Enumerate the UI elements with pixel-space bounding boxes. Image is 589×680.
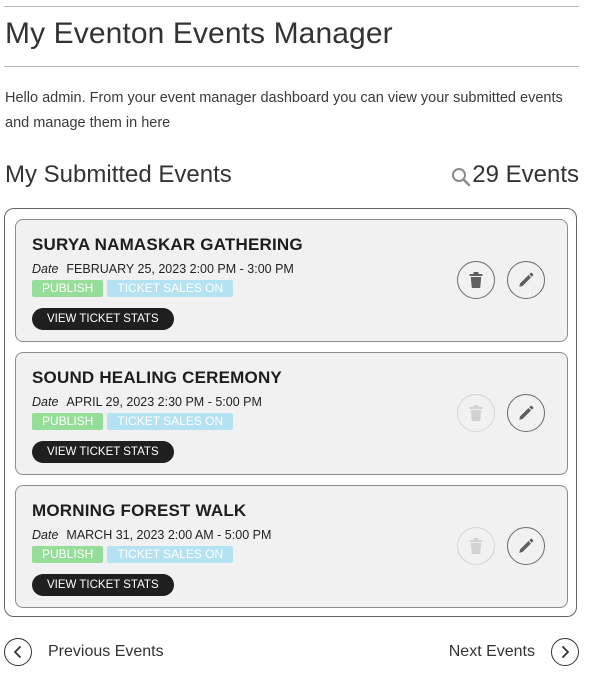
events-count: 29 Events — [472, 161, 579, 188]
pencil-icon — [519, 538, 534, 553]
pencil-icon — [519, 272, 534, 287]
publish-badge: PUBLISH — [32, 546, 104, 563]
event-date: Date APRIL 29, 2023 2:30 PM - 5:00 PM — [32, 395, 262, 409]
event-title: SOUND HEALING CEREMONY — [32, 368, 282, 387]
delete-button[interactable] — [457, 261, 495, 299]
intro-text: Hello admin. From your event manager das… — [5, 90, 563, 131]
event-title: SURYA NAMASKAR GATHERING — [32, 235, 303, 254]
submitted-events-heading: My Submitted Events — [5, 161, 232, 188]
chevron-left-icon[interactable] — [4, 638, 32, 666]
date-label: Date — [32, 262, 59, 276]
event-date: Date FEBRUARY 25, 2023 2:00 PM - 3:00 PM — [32, 262, 294, 276]
date-value: APRIL 29, 2023 2:30 PM - 5:00 PM — [66, 395, 262, 409]
date-value: MARCH 31, 2023 2:00 AM - 5:00 PM — [66, 528, 272, 542]
edit-button[interactable] — [507, 261, 545, 299]
previous-events-link[interactable]: Previous Events — [4, 638, 164, 666]
edit-button[interactable] — [507, 394, 545, 432]
page-title: My Eventon Events Manager — [5, 17, 393, 50]
view-ticket-stats-button[interactable]: VIEW TICKET STATS — [32, 308, 174, 330]
delete-button — [457, 394, 495, 432]
delete-button — [457, 527, 495, 565]
event-card: SOUND HEALING CEREMONY Date APRIL 29, 202… — [15, 352, 568, 475]
next-events-label[interactable]: Next Events — [449, 643, 535, 661]
ticket-sales-badge: TICKET SALES ON — [107, 546, 234, 563]
event-badges: PUBLISH TICKET SALES ON — [32, 546, 234, 563]
event-badges: PUBLISH TICKET SALES ON — [32, 280, 234, 297]
ticket-sales-badge: TICKET SALES ON — [107, 280, 234, 297]
title-divider — [4, 66, 579, 67]
events-list: SURYA NAMASKAR GATHERING Date FEBRUARY 25… — [4, 208, 577, 617]
publish-badge: PUBLISH — [32, 280, 104, 297]
ticket-sales-badge: TICKET SALES ON — [107, 413, 234, 430]
pencil-icon — [519, 405, 534, 420]
trash-icon — [469, 538, 483, 554]
event-card: SURYA NAMASKAR GATHERING Date FEBRUARY 25… — [15, 219, 568, 342]
view-ticket-stats-button[interactable]: VIEW TICKET STATS — [32, 441, 174, 463]
trash-icon — [469, 405, 483, 421]
date-label: Date — [32, 528, 59, 542]
event-title: MORNING FOREST WALK — [32, 501, 247, 520]
next-events-link[interactable]: Next Events — [449, 638, 579, 666]
view-ticket-stats-button[interactable]: VIEW TICKET STATS — [32, 574, 174, 596]
search-icon[interactable] — [451, 167, 471, 187]
previous-events-label[interactable]: Previous Events — [48, 643, 164, 661]
edit-button[interactable] — [507, 527, 545, 565]
event-badges: PUBLISH TICKET SALES ON — [32, 413, 234, 430]
chevron-right-icon[interactable] — [551, 638, 579, 666]
date-label: Date — [32, 395, 59, 409]
date-value: FEBRUARY 25, 2023 2:00 PM - 3:00 PM — [66, 262, 294, 276]
trash-icon — [469, 272, 483, 288]
top-divider — [4, 6, 579, 7]
event-card: MORNING FOREST WALK Date MARCH 31, 2023 2… — [15, 485, 568, 608]
publish-badge: PUBLISH — [32, 413, 104, 430]
event-date: Date MARCH 31, 2023 2:00 AM - 5:00 PM — [32, 528, 271, 542]
